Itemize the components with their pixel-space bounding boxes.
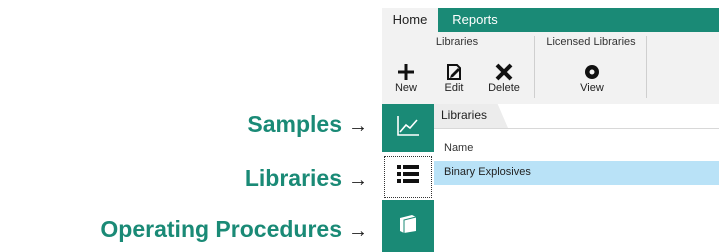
focus-outline — [384, 156, 432, 198]
ribbon-tab-bar: Home Reports — [382, 8, 719, 32]
plus-icon — [386, 60, 426, 82]
rail-item-operating-procedures[interactable] — [382, 200, 434, 252]
callout-samples: Samples → — [247, 111, 368, 139]
group-divider — [534, 36, 535, 98]
group-title-licensed-libraries: Licensed Libraries — [546, 36, 636, 48]
new-button[interactable]: New — [386, 60, 426, 100]
callout-operating-procedures: Operating Procedures → — [100, 216, 368, 244]
breadcrumb-label: Libraries — [441, 108, 488, 122]
delete-x-icon — [484, 60, 524, 82]
chart-line-icon — [396, 115, 420, 142]
group-title-libraries: Libraries — [435, 36, 479, 48]
view-button-label: View — [580, 82, 604, 94]
callout-libraries: Libraries → — [245, 165, 368, 193]
view-icon — [572, 60, 612, 82]
table-cell-name: Binary Explosives — [444, 166, 531, 178]
delete-button[interactable]: Delete — [484, 60, 524, 100]
callout-operating-procedures-label: Operating Procedures — [100, 216, 342, 242]
delete-button-label: Delete — [488, 82, 520, 94]
edit-button[interactable]: Edit — [434, 60, 474, 100]
callout-libraries-label: Libraries — [244, 165, 342, 191]
view-button[interactable]: View — [572, 60, 612, 100]
edit-icon — [434, 60, 474, 82]
breadcrumb: Libraries — [434, 104, 719, 129]
tab-reports[interactable]: Reports — [438, 8, 512, 32]
new-button-label: New — [394, 82, 417, 94]
divider — [434, 128, 719, 129]
callout-samples-label: Samples — [247, 111, 342, 137]
rail-item-libraries[interactable] — [382, 152, 434, 200]
tab-home[interactable]: Home — [382, 8, 438, 32]
book-icon — [397, 214, 419, 239]
arrow-right-icon: → — [348, 115, 368, 137]
edit-button-label: Edit — [444, 82, 464, 94]
column-header-name[interactable]: Name — [444, 142, 473, 154]
arrow-right-icon: → — [348, 220, 368, 242]
rail-item-samples[interactable] — [382, 104, 434, 152]
table-row[interactable]: Binary Explosives — [434, 161, 719, 185]
content-pane: Libraries Name Binary Explosives — [434, 104, 719, 252]
side-rail — [382, 104, 434, 252]
group-divider — [646, 36, 647, 98]
ribbon-panel: Libraries Licensed Libraries New Edit De… — [382, 32, 719, 105]
arrow-right-icon: → — [348, 169, 368, 191]
